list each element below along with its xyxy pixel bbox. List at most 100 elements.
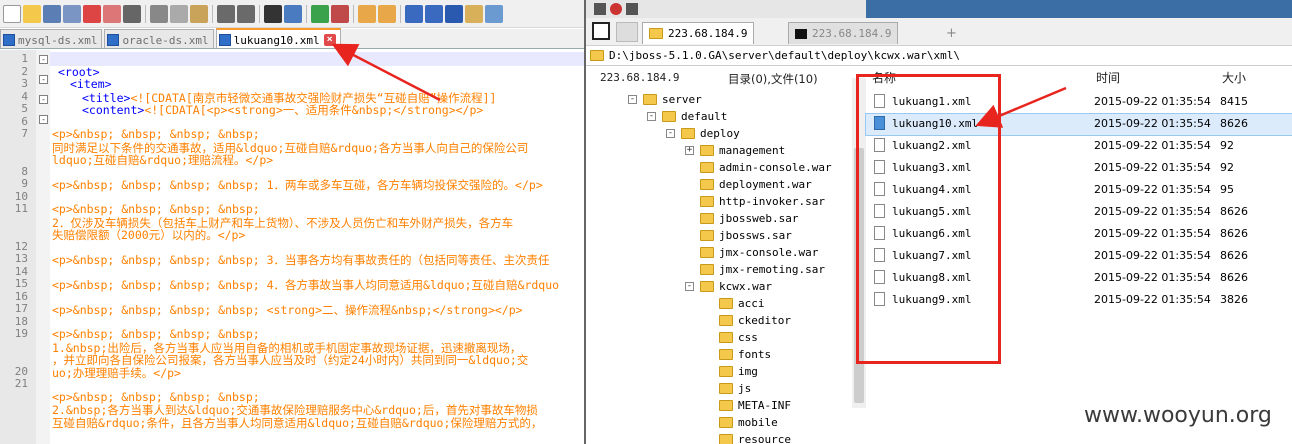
word-wrap-icon[interactable] <box>405 4 423 23</box>
save-all-icon[interactable] <box>63 4 81 23</box>
line-number: 7 <box>21 127 28 140</box>
tree-item[interactable]: mobile <box>704 414 778 431</box>
folder-icon <box>643 94 657 105</box>
stop-icon[interactable] <box>610 3 622 15</box>
zoom-out-icon[interactable] <box>331 4 349 23</box>
tab-mysql-ds[interactable]: mysql-ds.xml <box>0 29 103 48</box>
explorer-menu-strip <box>586 0 1292 18</box>
code-text: <p>&nbsp; &nbsp; &nbsp; &nbsp; 1．两车或多车互碰… <box>52 178 543 192</box>
copy-icon[interactable] <box>170 4 188 23</box>
file-size: 95 <box>1220 183 1234 196</box>
play-icon[interactable] <box>626 3 638 15</box>
line-number: 13 <box>14 252 28 265</box>
file-size: 8626 <box>1220 205 1248 218</box>
tree-item[interactable]: - server <box>628 91 702 108</box>
tree-item[interactable]: img <box>704 363 758 380</box>
sync-horizontal-icon[interactable] <box>378 4 396 23</box>
fold-toggle[interactable]: - <box>39 95 48 104</box>
tab-lukuang10[interactable]: lukuang10.xml × <box>215 28 341 48</box>
tree-item[interactable]: - default <box>647 108 727 125</box>
replace-icon[interactable] <box>284 4 302 23</box>
find-icon[interactable] <box>264 4 282 23</box>
line-number: 18 <box>14 314 28 328</box>
disconnected-icon[interactable] <box>616 22 638 42</box>
info-bar: 223.68.184.9 目录(0),文件(10) <box>586 67 858 89</box>
new-tab-button[interactable]: + <box>946 26 957 41</box>
tree-item[interactable]: css <box>704 329 758 346</box>
redo-icon[interactable] <box>237 4 255 23</box>
close-tab-icon[interactable]: × <box>323 34 336 46</box>
tree-item[interactable]: http-invoker.sar <box>685 193 825 210</box>
address-bar[interactable]: D:\jboss-5.1.0.GA\server\default\deploy\… <box>586 46 1292 66</box>
function-list-icon[interactable] <box>485 4 503 23</box>
close-all-icon[interactable] <box>103 4 121 23</box>
tab-session-1[interactable]: 223.68.184.9 <box>642 22 755 44</box>
line-number: 20 <box>14 364 28 378</box>
close-file-icon[interactable] <box>83 4 101 23</box>
tree-item[interactable]: deployment.war <box>685 176 812 193</box>
tree-item[interactable]: jbossws.sar <box>685 227 792 244</box>
open-folder-icon[interactable] <box>23 4 41 23</box>
new-file-icon[interactable] <box>3 4 21 23</box>
tree-item[interactable]: fonts <box>704 346 771 363</box>
expand-icon[interactable]: + <box>685 146 694 155</box>
line-number: 17 <box>14 302 28 315</box>
path-text: D:\jboss-5.1.0.GA\server\default\deploy\… <box>609 49 960 62</box>
cut-icon[interactable] <box>150 4 168 23</box>
tree-item[interactable]: jbossweb.sar <box>685 210 798 227</box>
panel-toggle-icon[interactable] <box>592 22 610 40</box>
code-area[interactable]: 123456789101112131415161718192021 <?xml … <box>0 50 584 444</box>
tree-item[interactable]: jmx-console.war <box>685 244 818 261</box>
fold-toggle[interactable]: - <box>39 55 48 64</box>
folder-icon <box>649 28 663 39</box>
folder-icon <box>719 383 733 394</box>
indent-guide-icon[interactable] <box>445 4 463 23</box>
collapse-icon[interactable]: - <box>666 129 675 138</box>
tree-item-label: default <box>681 110 728 123</box>
column-header-time[interactable]: 时间 <box>1096 69 1120 86</box>
tree-item[interactable]: acci <box>704 295 765 312</box>
fold-toggle[interactable]: - <box>39 75 48 84</box>
sync-vertical-icon[interactable] <box>358 4 376 23</box>
line-number: 16 <box>14 289 28 303</box>
collapse-icon[interactable]: - <box>647 112 656 121</box>
tree-item[interactable]: ckeditor <box>704 312 791 329</box>
tab-oracle-ds[interactable]: oracle-ds.xml <box>104 29 214 48</box>
fold-margin <box>36 50 50 444</box>
collapse-icon[interactable]: - <box>685 282 694 291</box>
tree-item[interactable]: + management <box>685 142 785 159</box>
tree-item[interactable]: js <box>704 380 751 397</box>
file-time: 2015-09-22 01:35:54 <box>1094 139 1211 152</box>
save-icon[interactable] <box>43 4 61 23</box>
file-time: 2015-09-22 01:35:54 <box>1094 227 1211 240</box>
file-size: 8626 <box>1220 227 1248 240</box>
print-icon[interactable] <box>123 4 141 23</box>
code-text: <p>&nbsp; &nbsp; &nbsp; &nbsp; <strong>二… <box>52 303 523 317</box>
code-text: uo;办理理赔手续。</p> <box>52 365 181 380</box>
tab-session-2[interactable]: 223.68.184.9 <box>788 22 899 44</box>
tree-item-label: server <box>662 93 702 106</box>
column-header-size[interactable]: 大小 <box>1222 69 1246 86</box>
folder-tree[interactable]: - server - default - deploy + management admin-c… <box>586 89 858 444</box>
annotation-highlight-box <box>856 74 1001 364</box>
record-icon[interactable] <box>594 3 606 15</box>
line-number: 10 <box>14 189 28 203</box>
tree-item[interactable]: META-INF <box>704 397 791 414</box>
paste-icon[interactable] <box>190 4 208 23</box>
folder-icon <box>719 315 733 326</box>
collapse-icon[interactable]: - <box>628 95 637 104</box>
tree-item[interactable]: admin-console.war <box>685 159 832 176</box>
show-all-chars-icon[interactable] <box>425 4 443 23</box>
tree-item[interactable]: - deploy <box>666 125 740 142</box>
zoom-in-icon[interactable] <box>311 4 329 23</box>
undo-icon[interactable] <box>217 4 235 23</box>
document-map-icon[interactable] <box>465 4 483 23</box>
tree-item[interactable]: resource <box>704 431 791 444</box>
folder-icon <box>700 179 714 190</box>
tree-item-label: css <box>738 331 758 344</box>
tree-item[interactable]: - kcwx.war <box>685 278 772 295</box>
file-time: 2015-09-22 01:35:54 <box>1094 249 1211 262</box>
tree-item-label: http-invoker.sar <box>719 195 825 208</box>
fold-toggle[interactable]: - <box>39 115 48 124</box>
tree-item[interactable]: jmx-remoting.sar <box>685 261 825 278</box>
